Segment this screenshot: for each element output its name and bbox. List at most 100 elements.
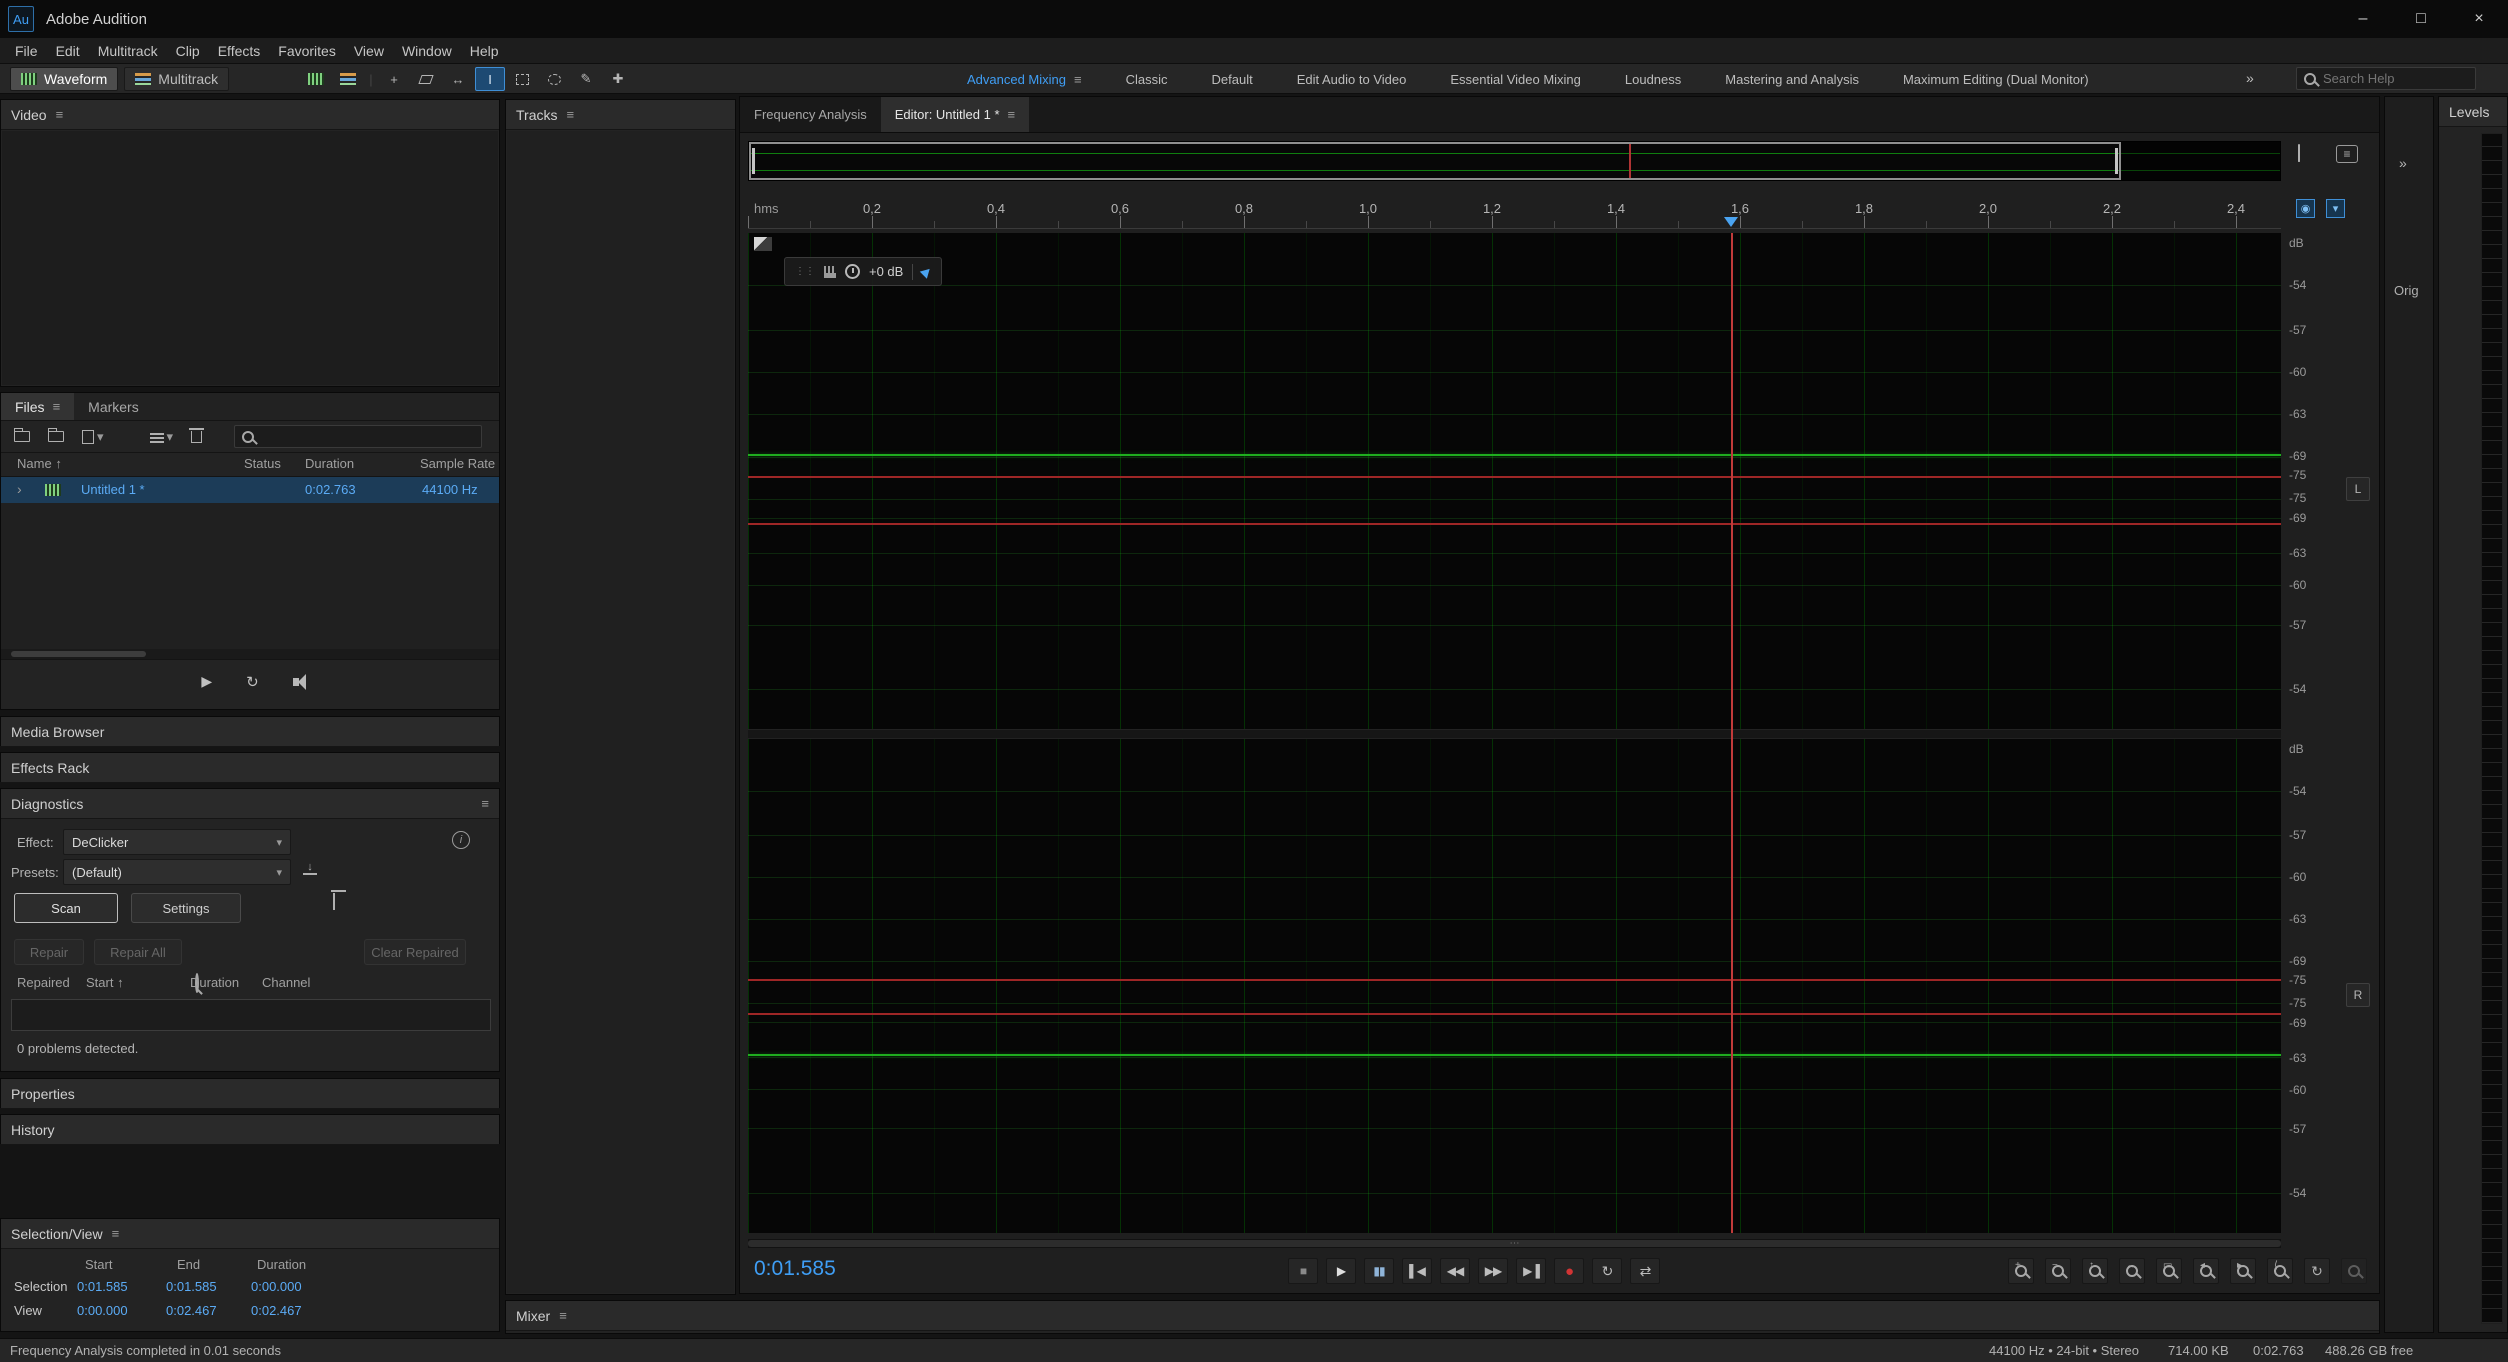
playhead-line[interactable] [1731,233,1733,1233]
workspace-tab-classic[interactable]: Classic [1104,72,1190,87]
slip-tool-icon[interactable]: ↔ [443,67,473,91]
move-tool-icon[interactable]: + [379,67,409,91]
zoom-in-amplitude-icon[interactable]: ↕ [2082,1258,2108,1284]
tab-editor-untitled-1[interactable]: Editor: Untitled 1 * ≡ [881,97,1029,132]
workspace-tab-essential-video-mixing[interactable]: Essential Video Mixing [1428,72,1603,87]
video-panel-header[interactable]: Video ≡ [1,100,499,130]
selection-view-header[interactable]: Selection/View ≡ [1,1219,499,1249]
zoom-navigator[interactable] [748,141,2281,181]
workspace-tab-advanced-mixing[interactable]: Advanced Mixing ≡ [945,72,1104,87]
history-header[interactable]: History [1,1115,499,1145]
diagnostics-header[interactable]: Diagnostics ≡ [1,789,499,819]
hud-grip-icon[interactable]: ⋮⋮ [795,266,815,277]
waveform-view-button[interactable]: Waveform [10,67,118,91]
files-col-sample-rate[interactable]: Sample Rate [420,456,495,471]
skip-selection-button[interactable]: ⇄ [1630,1258,1660,1284]
view-duration-value[interactable]: 0:02.467 [251,1303,302,1318]
lasso-selection-tool-icon[interactable] [539,67,569,91]
tab-markers[interactable]: Markers [74,393,153,420]
files-play-button[interactable]: ▶ [201,673,212,690]
panel-menu-icon[interactable]: ≡ [56,107,64,122]
menu-help[interactable]: Help [461,38,508,63]
record-button[interactable]: ● [1554,1258,1584,1284]
hud-pin-icon[interactable] [920,265,933,278]
menu-effects[interactable]: Effects [209,38,270,63]
diag-col-channel[interactable]: Channel [262,975,310,990]
files-loop-button[interactable]: ↻ [246,673,259,691]
workspace-overflow-icon[interactable]: » [2246,70,2254,86]
scrollbar-thumb[interactable]: ⋯ [748,1240,2281,1247]
workspace-tab-default[interactable]: Default [1190,72,1275,87]
effects-rack-header[interactable]: Effects Rack [1,753,499,783]
expand-panels-icon[interactable]: » [2399,155,2407,171]
insert-into-multitrack-button[interactable]: ▾ [150,429,174,445]
repair-button[interactable]: Repair [14,939,84,965]
waveform-display[interactable] [748,233,2281,1233]
waveform-channel-right[interactable] [748,739,2281,1233]
minimize-button[interactable]: – [2334,0,2392,38]
close-button[interactable]: × [2450,0,2508,38]
files-col-name[interactable]: Name ↑ [17,456,62,471]
zoom-selection-in-point-icon[interactable]: ◂ [2193,1258,2219,1284]
play-button[interactable]: ▶ [1326,1258,1356,1284]
fast-forward-button[interactable]: ▶▶ [1478,1258,1508,1284]
skip-to-start-button[interactable]: ▌◀ [1402,1258,1432,1284]
panel-menu-icon[interactable]: ≡ [1008,107,1016,122]
menu-favorites[interactable]: Favorites [269,38,345,63]
overview-options-icon[interactable]: ≡ [2336,145,2358,163]
razor-tool-icon[interactable] [411,67,441,91]
menu-view[interactable]: View [345,38,393,63]
effect-dropdown[interactable]: DeClicker▾ [63,829,291,855]
reset-zoom-icon[interactable]: ↻ [2304,1258,2330,1284]
open-file-icon[interactable] [14,431,30,442]
visible-range-box[interactable] [749,142,2121,180]
scan-button[interactable]: Scan [14,893,118,923]
channel-right-button[interactable]: R [2346,983,2370,1007]
workspace-tab-mastering-and-analysis[interactable]: Mastering and Analysis [1703,72,1881,87]
marquee-selection-tool-icon[interactable] [507,67,537,91]
loop-playback-button[interactable]: ↻ [1592,1258,1622,1284]
presets-dropdown[interactable]: (Default)▾ [63,859,291,885]
tab-files[interactable]: Files ≡ [1,393,74,420]
menu-window[interactable]: Window [393,38,461,63]
maximize-button[interactable]: □ [2392,0,2450,38]
pan-hand-icon[interactable] [2298,145,2300,161]
zoom-in-icon[interactable]: + [2008,1258,2034,1284]
spot-healing-brush-tool-icon[interactable]: ✚ [603,67,633,91]
pause-button[interactable]: ▮▮ [1364,1258,1394,1284]
auto-play-speaker-icon[interactable] [293,678,299,686]
help-search-input[interactable] [2323,71,2468,86]
save-preset-icon[interactable]: ↓ [303,862,317,875]
multitrack-view-button[interactable]: Multitrack [124,67,229,91]
import-file-icon[interactable] [48,431,64,442]
repair-all-button[interactable]: Repair All [94,939,182,965]
panel-menu-icon[interactable]: ≡ [559,1308,567,1323]
stop-button[interactable]: ■ [1288,1258,1318,1284]
menu-file[interactable]: File [6,38,47,63]
time-selection-tool-icon[interactable]: I [475,67,505,91]
new-file-button[interactable]: ▾ [82,429,104,445]
delete-preset-icon[interactable] [333,893,335,910]
hud-gain-value[interactable]: +0 dB [869,264,903,279]
view-end-value[interactable]: 0:02.467 [166,1303,217,1318]
mixer-header[interactable]: Mixer ≡ [506,1301,2379,1331]
waveform-corner-toggle-icon[interactable] [754,237,772,251]
diag-col-start[interactable]: Start ↑ [86,975,124,990]
files-search-input[interactable] [261,429,474,444]
settings-button[interactable]: Settings [131,893,241,923]
workspace-tab-loudness[interactable]: Loudness [1603,72,1703,87]
timeline-marker-icon[interactable]: ▾ [2326,199,2345,218]
paintbrush-selection-tool-icon[interactable]: ✎ [571,67,601,91]
delete-file-icon[interactable] [191,431,202,443]
clear-repaired-button[interactable]: Clear Repaired [364,939,466,965]
panel-menu-icon[interactable]: ≡ [566,107,574,122]
channel-divider[interactable] [748,729,2281,739]
waveform-channel-left[interactable] [748,233,2281,729]
levels-header[interactable]: Levels [2439,97,2507,127]
skip-to-end-button[interactable]: ▶▐ [1516,1258,1546,1284]
collapsed-panel-label[interactable]: Orig [2394,283,2419,298]
timeline-snap-icon[interactable]: ◉ [2296,199,2315,218]
zoom-to-selection-icon[interactable]: ▭ [2156,1258,2182,1284]
zoom-in-left-icon[interactable]: ⟨ [2267,1258,2293,1284]
properties-header[interactable]: Properties [1,1079,499,1109]
